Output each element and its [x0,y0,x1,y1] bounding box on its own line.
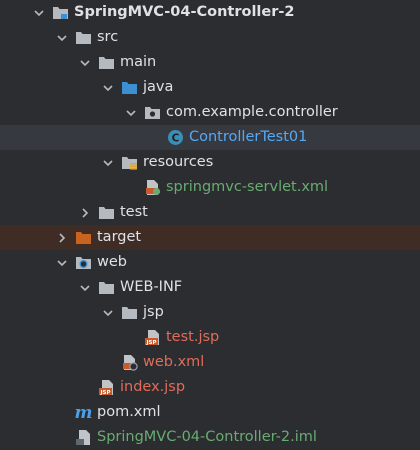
folder-label: WEB-INF [120,279,183,295]
jsp-badge-text: JSP [145,340,156,346]
file-label: web.xml [143,354,205,370]
file-label: test.jsp [166,329,220,345]
web-xml-icon [121,354,138,371]
folder-label: src [97,29,119,45]
file-label: ControllerTest01 [189,129,308,145]
tree-row-test-jsp[interactable]: JSP test.jsp [0,325,420,350]
chevron-down-icon[interactable] [54,30,70,46]
tree-row-project[interactable]: SpringMVC-04-Controller-2 [0,0,420,25]
tree-row-java[interactable]: java [0,75,420,100]
web-folder-icon [75,254,92,271]
chevron-down-icon[interactable] [54,255,70,271]
folder-label: java [143,79,174,95]
folder-icon [98,279,115,296]
tree-row-web-inf[interactable]: WEB-INF [0,275,420,300]
folder-icon [98,54,115,71]
folder-label: target [97,229,142,245]
tree-row-web[interactable]: web [0,250,420,275]
chevron-down-icon[interactable] [100,155,116,171]
chevron-right-icon[interactable] [77,205,93,221]
tree-row-controller-test01[interactable]: C ControllerTest01 [0,125,420,150]
folder-icon [121,304,138,321]
excluded-folder-icon [75,229,92,246]
chevron-down-icon[interactable] [77,55,93,71]
file-label: springmvc-servlet.xml [166,179,329,195]
maven-badge-text: m [74,402,93,423]
java-class-icon: C [167,129,184,146]
tree-row-main[interactable]: main [0,50,420,75]
package-icon [144,104,161,121]
folder-label: test [120,204,148,220]
module-folder-icon [52,4,69,21]
folder-icon [75,29,92,46]
chevron-down-icon[interactable] [100,80,116,96]
file-label: pom.xml [97,404,161,420]
folder-label: web [97,254,127,270]
jsp-file-icon: JSP [144,329,161,346]
project-tree: SpringMVC-04-Controller-2 src main java [0,0,420,450]
chevron-down-icon[interactable] [123,105,139,121]
chevron-down-icon[interactable] [77,280,93,296]
chevron-down-icon[interactable] [31,5,47,21]
jsp-badge-text: JSP [99,390,110,396]
jsp-file-icon: JSP [98,379,115,396]
folder-label: jsp [143,304,164,320]
folder-icon [98,204,115,221]
tree-row-iml[interactable]: SpringMVC-04-Controller-2.iml [0,425,420,450]
project-name: SpringMVC-04-Controller-2 [74,4,295,20]
tree-row-springmvc-servlet-xml[interactable]: springmvc-servlet.xml [0,175,420,200]
folder-label: resources [143,154,214,170]
tree-row-test[interactable]: test [0,200,420,225]
maven-pom-icon: m [74,402,93,423]
tree-row-target[interactable]: target [0,225,420,250]
source-root-folder-icon [121,79,138,96]
file-label: SpringMVC-04-Controller-2.iml [97,429,317,445]
class-badge-text: C [172,133,180,145]
chevron-right-icon[interactable] [54,230,70,246]
spring-xml-icon [144,179,161,196]
resources-root-folder-icon [121,154,138,171]
package-label: com.example.controller [166,104,338,120]
tree-row-web-xml[interactable]: web.xml [0,350,420,375]
file-label: index.jsp [120,379,186,395]
tree-row-jsp[interactable]: jsp [0,300,420,325]
tree-row-pom-xml[interactable]: m pom.xml [0,400,420,425]
chevron-down-icon[interactable] [100,305,116,321]
tree-row-src[interactable]: src [0,25,420,50]
iml-file-icon [75,429,92,446]
folder-label: main [120,54,157,70]
tree-row-resources[interactable]: resources [0,150,420,175]
tree-row-package[interactable]: com.example.controller [0,100,420,125]
tree-row-index-jsp[interactable]: JSP index.jsp [0,375,420,400]
